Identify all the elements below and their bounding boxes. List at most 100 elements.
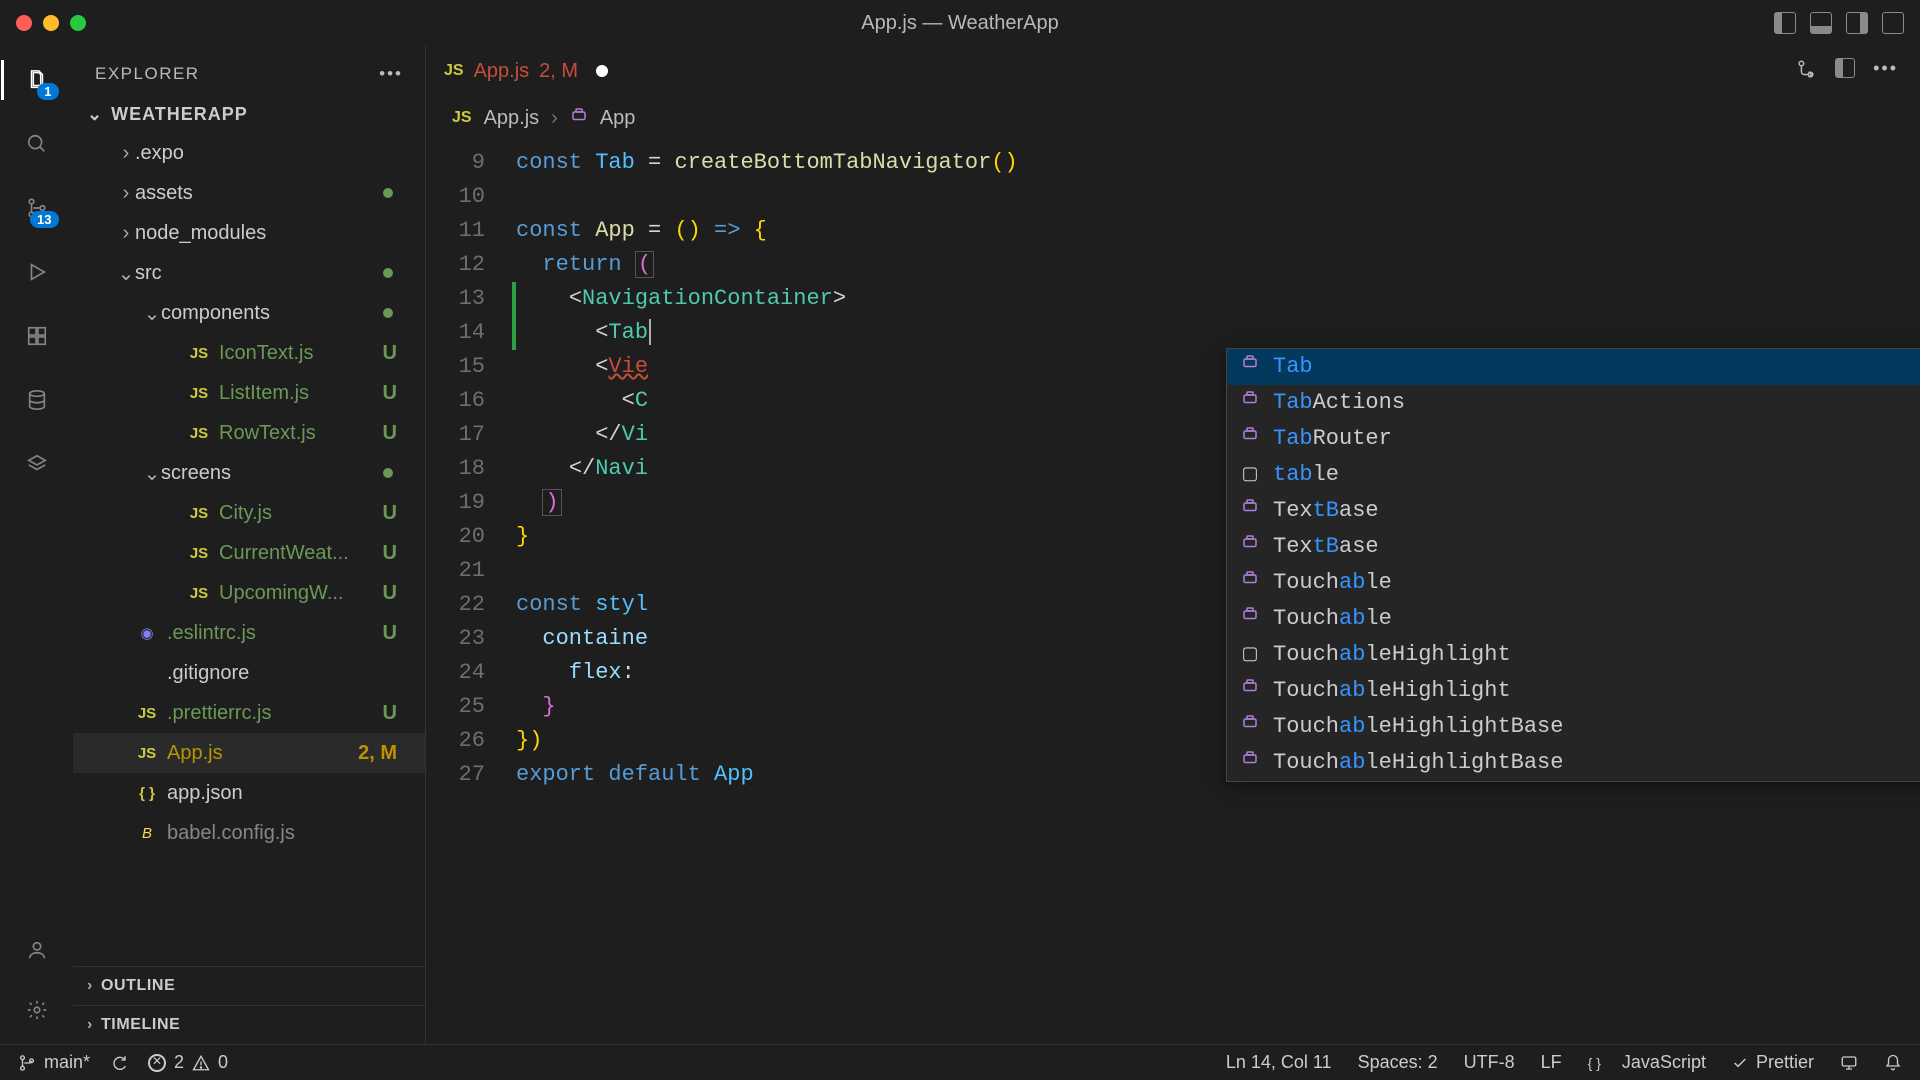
json-file-icon: { } bbox=[135, 785, 159, 802]
customize-layout-icon[interactable] bbox=[1882, 12, 1904, 34]
suggest-item[interactable]: Touchable bbox=[1227, 601, 1920, 637]
suggest-item[interactable]: ▢TouchableHighlight bbox=[1227, 637, 1920, 673]
minimize-window-icon[interactable] bbox=[43, 15, 59, 31]
git-status: U bbox=[383, 622, 411, 645]
file-item[interactable]: JSIconText.jsU bbox=[73, 333, 425, 373]
code-editor[interactable]: 9101112131415161718192021222324252627 co… bbox=[426, 140, 1920, 1044]
folder-item[interactable]: ›assets bbox=[73, 173, 425, 213]
tab-app-js[interactable]: JS App.js 2, M bbox=[426, 46, 626, 96]
file-item[interactable]: .gitignore bbox=[73, 653, 425, 693]
outline-section[interactable]: › OUTLINE bbox=[73, 966, 425, 1005]
search-icon[interactable] bbox=[21, 128, 53, 160]
error-count: 2 bbox=[174, 1052, 184, 1073]
file-item[interactable]: JSUpcomingW...U bbox=[73, 573, 425, 613]
item-label: ListItem.js bbox=[219, 382, 309, 405]
toggle-panel-icon[interactable] bbox=[1810, 12, 1832, 34]
split-editor-icon[interactable] bbox=[1835, 58, 1855, 85]
suggest-item[interactable]: TextBase bbox=[1227, 493, 1920, 529]
suggest-item[interactable]: TouchableHighlightBase bbox=[1227, 745, 1920, 781]
suggest-item[interactable]: ▢table bbox=[1227, 457, 1920, 493]
chevron-right-icon: › bbox=[87, 1016, 93, 1034]
suggest-item[interactable]: TextBase bbox=[1227, 529, 1920, 565]
item-label: .prettierrc.js bbox=[167, 702, 271, 725]
git-status: U bbox=[383, 702, 411, 725]
file-item[interactable]: JSApp.js2, M bbox=[73, 733, 425, 773]
suggest-item[interactable]: TouchableHighlightBase bbox=[1227, 709, 1920, 745]
intellisense-popup[interactable]: TabTabActionsTabRouter▢tableTextBaseText… bbox=[1226, 348, 1920, 782]
suggest-item[interactable]: Touchable bbox=[1227, 565, 1920, 601]
explorer-icon[interactable]: 1 bbox=[21, 64, 53, 96]
database-icon[interactable] bbox=[21, 384, 53, 416]
file-item[interactable]: { }app.json bbox=[73, 773, 425, 813]
suggest-item[interactable]: TabActions bbox=[1227, 385, 1920, 421]
code-line[interactable]: <Tab bbox=[516, 316, 1920, 350]
layers-icon[interactable] bbox=[21, 448, 53, 480]
variable-icon bbox=[1239, 422, 1261, 456]
git-status: U bbox=[383, 582, 411, 605]
maximize-window-icon[interactable] bbox=[70, 15, 86, 31]
code-line[interactable]: const App = () => { bbox=[516, 214, 1920, 248]
suggest-item[interactable]: Tab bbox=[1227, 349, 1920, 385]
eol[interactable]: LF bbox=[1541, 1052, 1562, 1073]
folder-item[interactable]: ⌄src bbox=[73, 253, 425, 293]
sidebar-more-icon[interactable]: ••• bbox=[379, 64, 403, 84]
suggest-label: table bbox=[1273, 458, 1339, 492]
variable-icon bbox=[1239, 602, 1261, 636]
sidebar-title: EXPLORER bbox=[95, 64, 200, 84]
code-content[interactable]: const Tab = createBottomTabNavigator() co… bbox=[516, 140, 1920, 1044]
folder-item[interactable]: ›.expo bbox=[73, 133, 425, 173]
toggle-primary-sidebar-icon[interactable] bbox=[1774, 12, 1796, 34]
run-debug-icon[interactable] bbox=[21, 256, 53, 288]
js-file-icon: JS bbox=[187, 545, 211, 562]
folder-item[interactable]: ⌄components bbox=[73, 293, 425, 333]
js-file-icon: JS bbox=[187, 425, 211, 442]
toggle-secondary-sidebar-icon[interactable] bbox=[1846, 12, 1868, 34]
item-label: City.js bbox=[219, 502, 272, 525]
code-line[interactable] bbox=[516, 180, 1920, 214]
variable-icon bbox=[1239, 350, 1261, 384]
more-actions-icon[interactable]: ••• bbox=[1873, 58, 1898, 85]
sync-button[interactable] bbox=[110, 1054, 128, 1072]
project-name: WEATHERAPP bbox=[111, 104, 248, 125]
folder-item[interactable]: ›node_modules bbox=[73, 213, 425, 253]
language-mode[interactable]: { } JavaScript bbox=[1588, 1052, 1706, 1073]
source-control-icon[interactable]: 13 bbox=[21, 192, 53, 224]
breadcrumb[interactable]: JS App.js › App bbox=[426, 96, 1920, 140]
code-line[interactable]: return ( bbox=[516, 248, 1920, 282]
variable-icon bbox=[1239, 386, 1261, 420]
project-header[interactable]: ⌄ WEATHERAPP bbox=[73, 96, 425, 133]
chevron-down-icon: ⌄ bbox=[87, 104, 103, 125]
compare-changes-icon[interactable] bbox=[1795, 58, 1817, 85]
code-line[interactable]: const Tab = createBottomTabNavigator() bbox=[516, 146, 1920, 180]
folder-item[interactable]: ⌄screens bbox=[73, 453, 425, 493]
feedback-icon[interactable] bbox=[1840, 1054, 1858, 1072]
file-item[interactable]: JSListItem.jsU bbox=[73, 373, 425, 413]
extensions-icon[interactable] bbox=[21, 320, 53, 352]
cursor-position[interactable]: Ln 14, Col 11 bbox=[1226, 1052, 1332, 1073]
git-branch[interactable]: main* bbox=[18, 1052, 90, 1073]
suggest-item[interactable]: TabRouter bbox=[1227, 421, 1920, 457]
indentation[interactable]: Spaces: 2 bbox=[1358, 1052, 1438, 1073]
suggest-item[interactable]: TouchableHighlight bbox=[1227, 673, 1920, 709]
file-item[interactable]: JSCity.jsU bbox=[73, 493, 425, 533]
titlebar: App.js — WeatherApp bbox=[0, 0, 1920, 46]
suggest-label: TabActions bbox=[1273, 386, 1405, 420]
explorer-badge: 1 bbox=[37, 83, 58, 100]
settings-gear-icon[interactable] bbox=[21, 994, 53, 1026]
close-window-icon[interactable] bbox=[16, 15, 32, 31]
notifications-icon[interactable] bbox=[1884, 1054, 1902, 1072]
file-item[interactable]: Bbabel.config.js bbox=[73, 813, 425, 853]
file-item[interactable]: JS.prettierrc.jsU bbox=[73, 693, 425, 733]
prettier-status[interactable]: Prettier bbox=[1732, 1052, 1814, 1073]
problems-status[interactable]: 2 0 bbox=[148, 1052, 228, 1073]
accounts-icon[interactable] bbox=[21, 934, 53, 966]
explorer-sidebar: EXPLORER ••• ⌄ WEATHERAPP ›.expo›assets›… bbox=[73, 46, 426, 1044]
file-item[interactable]: JSRowText.jsU bbox=[73, 413, 425, 453]
file-item[interactable]: JSCurrentWeat...U bbox=[73, 533, 425, 573]
encoding[interactable]: UTF-8 bbox=[1464, 1052, 1515, 1073]
js-file-icon: JS bbox=[187, 585, 211, 602]
suggest-label: TextBase bbox=[1273, 530, 1379, 564]
file-item[interactable]: ◉.eslintrc.jsU bbox=[73, 613, 425, 653]
timeline-section[interactable]: › TIMELINE bbox=[73, 1005, 425, 1044]
code-line[interactable]: <NavigationContainer> bbox=[516, 282, 1920, 316]
